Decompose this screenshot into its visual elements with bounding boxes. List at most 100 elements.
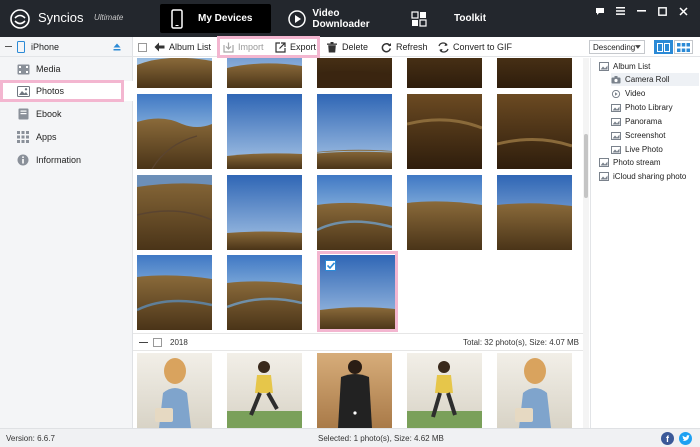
sidebar-item-photos[interactable]: Photos bbox=[0, 81, 133, 101]
tree-item-screenshot[interactable]: Screenshot bbox=[611, 129, 665, 142]
checkbox[interactable] bbox=[138, 42, 147, 52]
tree-item-album-list[interactable]: Album List bbox=[599, 60, 650, 73]
tree-item-label: Video bbox=[625, 89, 646, 98]
sidebar-item-label: Information bbox=[36, 155, 82, 165]
album-icon bbox=[599, 62, 609, 71]
app-name: Syncios bbox=[38, 10, 84, 25]
photo-thumbnail[interactable] bbox=[317, 353, 392, 428]
minimize-icon[interactable] bbox=[631, 4, 652, 18]
tree-item-icloud-sharing-photo[interactable]: iCloud sharing photo bbox=[599, 170, 686, 183]
play-icon bbox=[287, 8, 307, 30]
close-icon[interactable] bbox=[673, 4, 694, 18]
small-grid-view-icon bbox=[677, 42, 690, 52]
sidebar-item-media[interactable]: Media bbox=[0, 59, 133, 79]
album-list-button[interactable]: Album List bbox=[153, 37, 211, 57]
tree-item-live-photo[interactable]: Live Photo bbox=[611, 143, 663, 156]
refresh-button[interactable]: Refresh bbox=[380, 37, 428, 57]
device-name: iPhone bbox=[31, 42, 60, 52]
sidebar-item-label: Photos bbox=[36, 86, 65, 96]
feedback-icon[interactable] bbox=[589, 4, 610, 18]
information-icon bbox=[16, 154, 30, 166]
photo-thumbnail[interactable] bbox=[317, 94, 392, 169]
photo-library-icon bbox=[611, 103, 621, 112]
tree-item-photo-stream[interactable]: Photo stream bbox=[599, 156, 661, 169]
photo-thumbnail[interactable] bbox=[227, 255, 302, 330]
photo-thumbnail[interactable] bbox=[227, 175, 302, 250]
large-thumbnail-view-button[interactable] bbox=[654, 40, 673, 54]
panorama-icon bbox=[611, 117, 621, 126]
photo-thumbnail[interactable] bbox=[497, 353, 572, 428]
facebook-icon[interactable]: f bbox=[661, 432, 674, 445]
refresh-icon bbox=[380, 41, 392, 53]
grid-scrollbar[interactable] bbox=[583, 58, 589, 428]
photo-thumbnail-selected[interactable] bbox=[320, 255, 395, 330]
chevron-down-icon bbox=[635, 45, 641, 49]
tree-item-video[interactable]: Video bbox=[611, 87, 645, 100]
import-icon bbox=[222, 41, 234, 53]
menu-icon[interactable] bbox=[610, 4, 631, 18]
twitter-icon[interactable] bbox=[679, 432, 692, 445]
delete-button[interactable]: Delete bbox=[326, 37, 368, 57]
export-button[interactable]: Export bbox=[274, 37, 316, 57]
album-list-label: Album List bbox=[169, 42, 212, 52]
group-checkbox[interactable] bbox=[153, 338, 162, 347]
title-bar: Syncios Ultimate My Devices Video Downlo… bbox=[0, 0, 700, 37]
tab-video-downloader[interactable]: Video Downloader bbox=[283, 4, 393, 33]
left-sidebar: iPhone Media Photos Ebook Apps Informati… bbox=[0, 37, 133, 428]
trash-icon bbox=[326, 41, 338, 53]
sidebar-item-information[interactable]: Information bbox=[0, 150, 133, 170]
device-phone-icon bbox=[17, 41, 25, 53]
photo-grid: 2018 Total: 32 photo(s), Size: 4.07 MB bbox=[133, 58, 587, 428]
photo-thumbnail[interactable] bbox=[137, 94, 212, 169]
photo-thumbnail[interactable] bbox=[227, 94, 302, 169]
collapse-icon[interactable] bbox=[5, 46, 12, 47]
photo-thumbnail[interactable] bbox=[497, 94, 572, 169]
select-all-checkbox[interactable] bbox=[138, 37, 147, 57]
refresh-label: Refresh bbox=[396, 42, 428, 52]
photo-thumbnail[interactable] bbox=[137, 255, 212, 330]
checkbox-checked-icon[interactable] bbox=[325, 260, 336, 271]
status-bar: Version: 6.6.7 Selected: 1 photo(s), Siz… bbox=[0, 428, 700, 447]
video-icon bbox=[611, 89, 621, 98]
sidebar-item-ebook[interactable]: Ebook bbox=[0, 104, 133, 124]
photo-thumbnail[interactable] bbox=[497, 58, 572, 88]
maximize-icon[interactable] bbox=[652, 4, 673, 18]
sidebar-item-apps[interactable]: Apps bbox=[0, 127, 133, 147]
photo-thumbnail[interactable] bbox=[137, 175, 212, 250]
photo-thumbnail[interactable] bbox=[407, 94, 482, 169]
tree-item-panorama[interactable]: Panorama bbox=[611, 115, 662, 128]
live-photo-icon bbox=[611, 145, 621, 154]
convert-to-gif-button[interactable]: Convert to GIF bbox=[437, 37, 512, 57]
photo-thumbnail[interactable] bbox=[137, 58, 212, 88]
album-tree-panel: Album List Camera Roll Video Photo Libra… bbox=[590, 58, 700, 428]
device-row[interactable]: iPhone bbox=[0, 37, 133, 57]
scrollbar-thumb[interactable] bbox=[584, 134, 588, 198]
sort-order-select[interactable]: Descending bbox=[589, 40, 645, 54]
tree-item-label: Live Photo bbox=[625, 145, 663, 154]
tab-my-devices[interactable]: My Devices bbox=[160, 4, 271, 33]
import-button[interactable]: Import bbox=[222, 37, 264, 57]
photo-thumbnail[interactable] bbox=[317, 175, 392, 250]
photo-thumbnail[interactable] bbox=[227, 58, 302, 88]
photo-thumbnail[interactable] bbox=[407, 353, 482, 428]
photo-thumbnail[interactable] bbox=[317, 58, 392, 88]
tree-item-label: iCloud sharing photo bbox=[613, 172, 687, 181]
photo-thumbnail[interactable] bbox=[227, 353, 302, 428]
eject-icon[interactable] bbox=[113, 43, 121, 51]
toolkit-grid-icon bbox=[408, 8, 430, 30]
tab-toolkit[interactable]: Toolkit bbox=[404, 4, 514, 33]
tree-item-photo-library[interactable]: Photo Library bbox=[611, 101, 673, 114]
export-label: Export bbox=[290, 42, 317, 52]
app-edition: Ultimate bbox=[94, 13, 124, 22]
tab-video-downloader-label: Video Downloader bbox=[312, 7, 370, 30]
sidebar-item-label: Apps bbox=[36, 132, 57, 142]
collapse-group-icon[interactable] bbox=[139, 342, 148, 343]
photo-thumbnail[interactable] bbox=[497, 175, 572, 250]
photo-thumbnail[interactable] bbox=[407, 58, 482, 88]
sidebar-item-label: Media bbox=[36, 64, 61, 74]
tree-item-camera-roll[interactable]: Camera Roll bbox=[611, 73, 699, 86]
grid-view-icon bbox=[657, 42, 670, 52]
small-thumbnail-view-button[interactable] bbox=[674, 40, 693, 54]
photo-thumbnail[interactable] bbox=[137, 353, 212, 428]
photo-thumbnail[interactable] bbox=[407, 175, 482, 250]
